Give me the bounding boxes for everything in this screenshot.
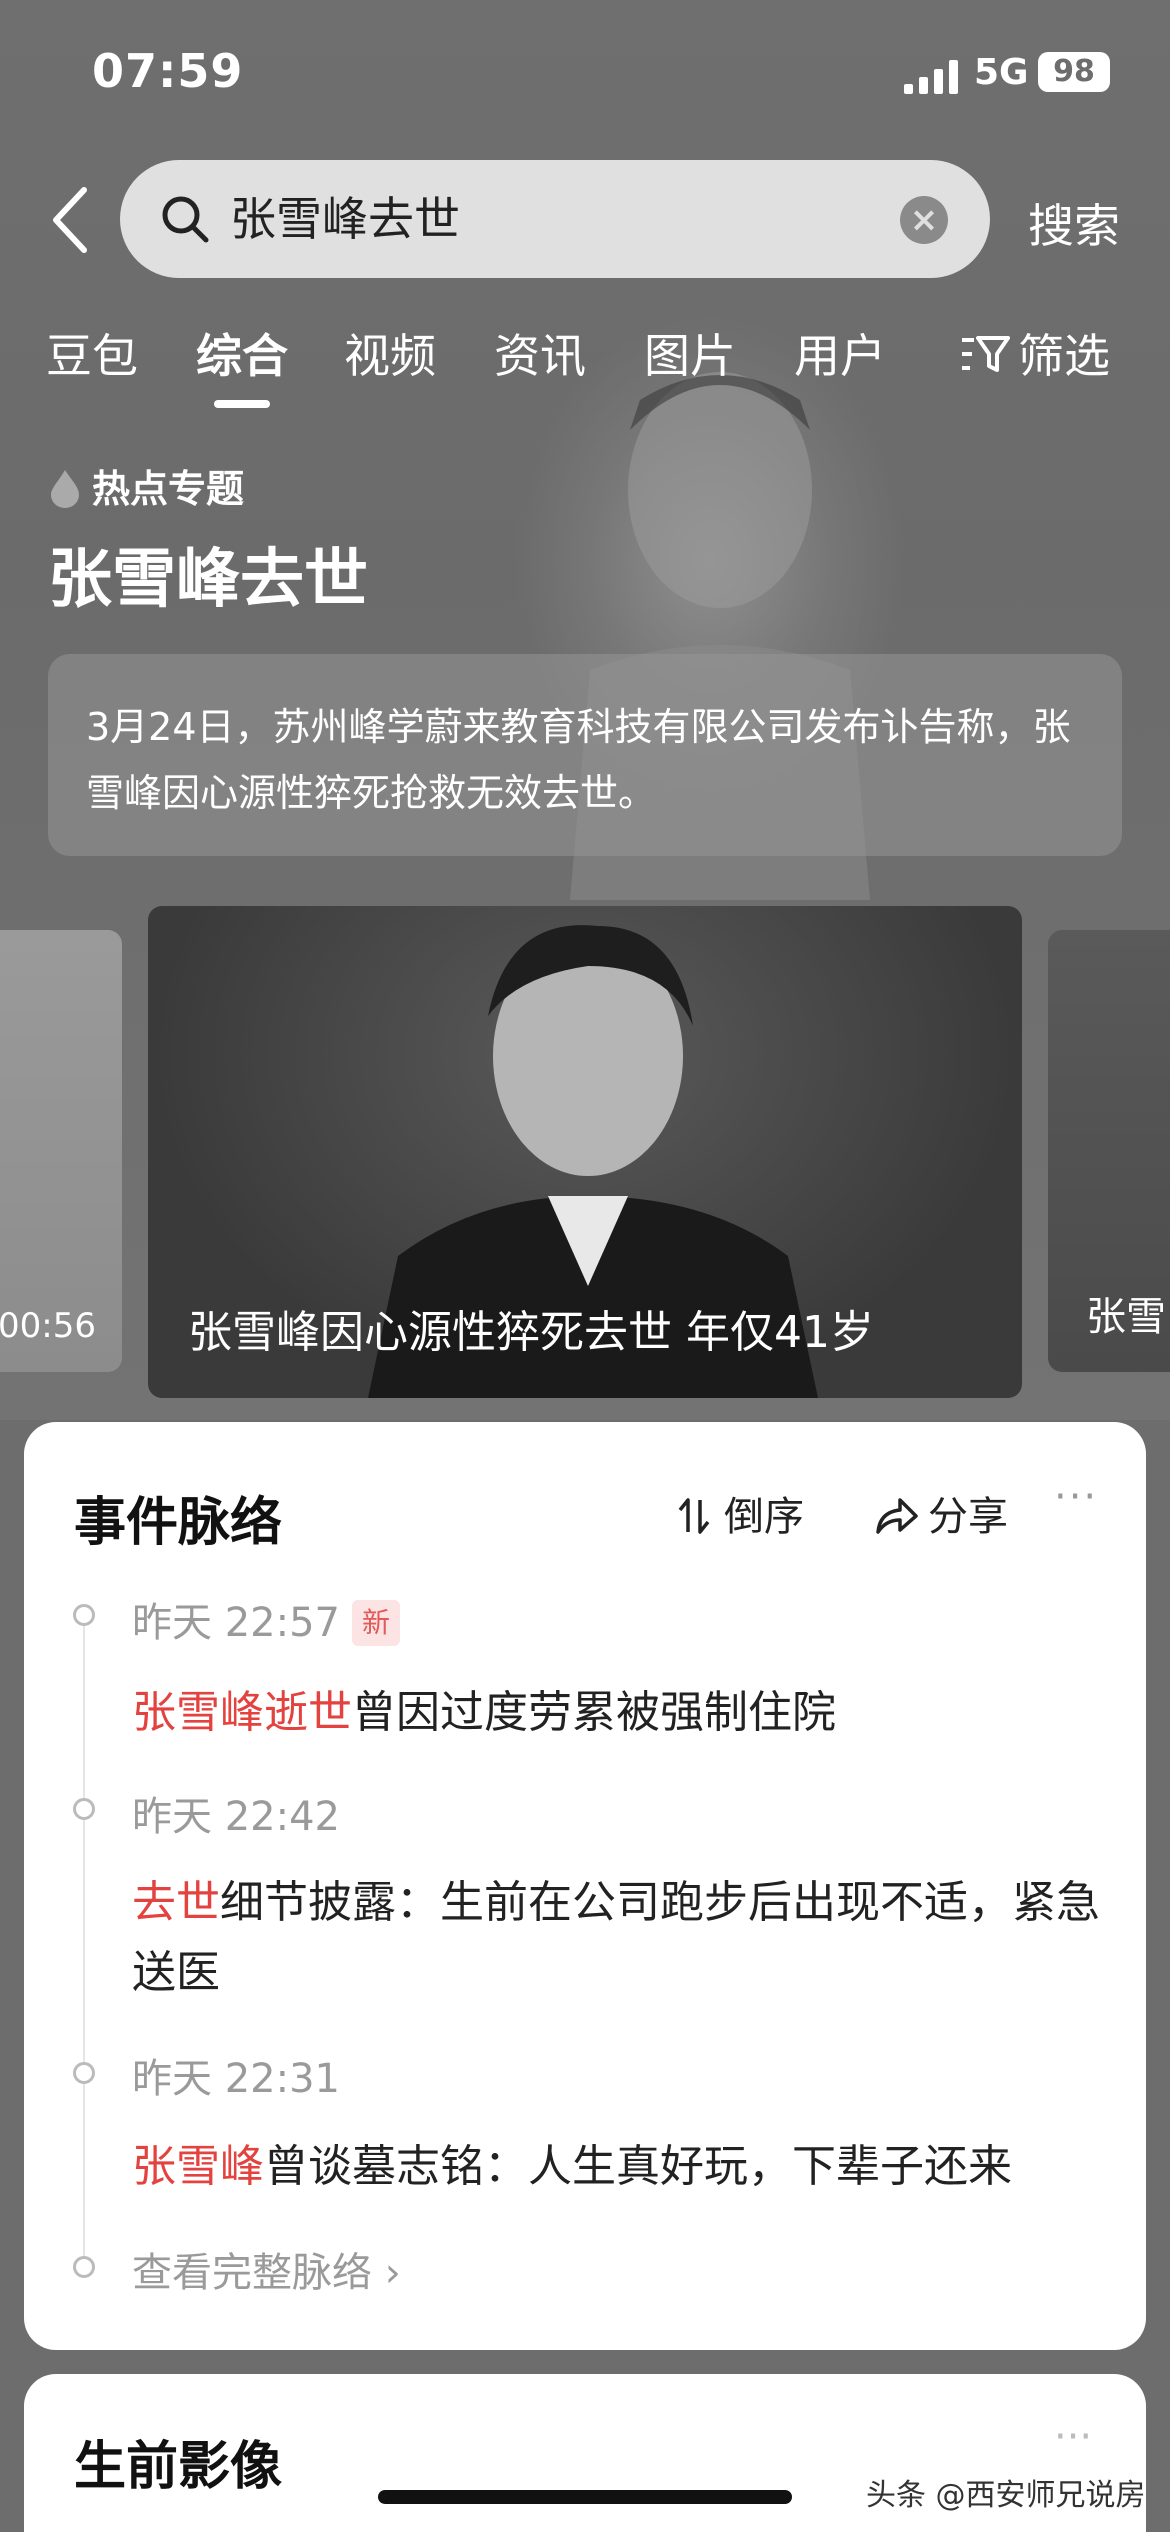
tab-video[interactable]: 视频: [344, 320, 436, 386]
home-indicator[interactable]: [378, 2490, 792, 2504]
timeline-title: 事件脉络: [74, 1493, 283, 1553]
tab-all[interactable]: 综合: [196, 320, 288, 386]
signal-icon: [904, 60, 958, 94]
timeline-dot: [73, 1604, 95, 1626]
back-arrow-icon[interactable]: [44, 180, 100, 260]
flame-icon: [51, 470, 79, 508]
event-timeline-panel: 事件脉络 倒序 分享 ··· 昨天 22:57 新 张雪峰逝世曾因过度劳累被强制住…: [24, 1422, 1146, 2350]
timeline-dot: [73, 2256, 95, 2278]
hot-topic-summary: 3月24日，苏州峰学蔚来教育科技有限公司发布讣告称，张雪峰因心源性猝死抢救无效去…: [48, 654, 1122, 856]
timeline-item[interactable]: 去世细节披露：生前在公司跑步后出现不适，紧急送医: [132, 1868, 1112, 2008]
timeline-item[interactable]: 张雪峰逝世曾因过度劳累被强制住院: [132, 1678, 1112, 1748]
timeline-time: 昨天 22:57 新: [132, 1590, 401, 1648]
timeline-text: 细节披露：生前在公司跑步后出现不适，紧急送医: [132, 1877, 1100, 1998]
status-bar: 07:59 5G 98: [0, 0, 1170, 150]
tab-users[interactable]: 用户: [794, 320, 886, 386]
more-options-button[interactable]: ···: [1054, 1474, 1098, 1520]
hot-topic-label-text: 热点专题: [92, 467, 245, 511]
timeline-line: [83, 1618, 85, 2268]
share-button[interactable]: 分享: [874, 1484, 1008, 1542]
video-card-main[interactable]: 张雪峰因心源性猝死去世 年仅41岁: [148, 906, 1022, 1398]
video-duration: 00:56: [0, 1306, 96, 1346]
filter-button[interactable]: 筛选: [960, 320, 1110, 386]
search-input[interactable]: 张雪峰去世 ×: [120, 160, 990, 278]
search-button[interactable]: 搜索: [1028, 190, 1120, 256]
battery-icon: 98: [1038, 52, 1110, 92]
new-badge: 新: [352, 1600, 401, 1646]
status-time: 07:59: [92, 44, 244, 98]
sort-button[interactable]: 倒序: [674, 1484, 804, 1542]
search-query: 张雪峰去世: [230, 192, 460, 246]
search-icon: [162, 196, 209, 243]
timeline-highlight: 张雪峰: [132, 2141, 264, 2192]
tab-doubao[interactable]: 豆包: [46, 320, 138, 386]
share-icon: [876, 1498, 918, 1534]
clear-icon[interactable]: ×: [900, 196, 948, 244]
timeline-time-text: 昨天 22:57: [132, 1600, 340, 1646]
timeline-dot: [73, 1798, 95, 1820]
timeline-text: 曾因过度劳累被强制住院: [352, 1687, 836, 1738]
video-card-right[interactable]: 张雪: [1048, 930, 1170, 1372]
network-type: 5G: [974, 52, 1029, 93]
video-caption: 张雪峰因心源性猝死去世 年仅41岁: [188, 1307, 874, 1358]
timeline-text: 曾谈墓志铭：人生真好玩，下辈子还来: [264, 2141, 1012, 2192]
life-images-title: 生前影像: [74, 2437, 283, 2497]
sort-label: 倒序: [724, 1494, 804, 1540]
timeline-highlight: 去世: [132, 1877, 220, 1928]
sort-icon: [678, 1498, 710, 1534]
active-tab-indicator: [214, 400, 270, 408]
watermark: 头条 @西安师兄说房: [866, 2478, 1146, 2513]
video-caption-right: 张雪: [1086, 1294, 1166, 1340]
timeline-time: 昨天 22:42: [132, 1794, 340, 1840]
life-images-more-button[interactable]: ···: [1054, 2414, 1092, 2460]
view-full-timeline-link[interactable]: 查看完整脉络 ›: [132, 2240, 401, 2298]
tab-images[interactable]: 图片: [644, 320, 736, 386]
video-card-left[interactable]: 00:56: [0, 930, 122, 1372]
timeline-item[interactable]: 张雪峰曾谈墓志铭：人生真好玩，下辈子还来: [132, 2132, 1112, 2202]
category-tabs: 豆包 综合 视频 资讯 图片 用户 筛选: [0, 320, 1170, 410]
hot-topic-label: 热点专题: [48, 458, 244, 513]
filter-icon: [962, 336, 1010, 372]
share-label: 分享: [928, 1494, 1008, 1540]
filter-label: 筛选: [1018, 329, 1110, 383]
tab-news[interactable]: 资讯: [494, 320, 586, 386]
timeline-highlight: 张雪峰逝世: [132, 1687, 352, 1738]
hot-topic-title: 张雪峰去世: [48, 543, 368, 617]
timeline-time: 昨天 22:31: [132, 2056, 340, 2102]
timeline-dot: [73, 2062, 95, 2084]
